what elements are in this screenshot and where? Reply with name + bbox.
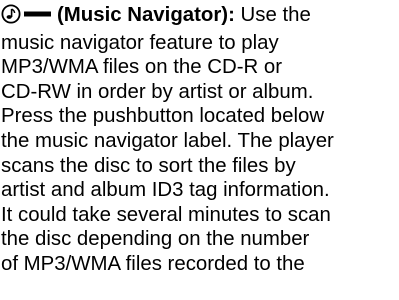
section-first-line: (Music Navigator): Use the	[1, 3, 397, 31]
body-line: It could take several minutes to scan	[1, 203, 331, 226]
body-line: music navigator feature to play	[1, 31, 279, 54]
body-line: Press the pushbutton located below	[1, 105, 325, 128]
music-navigator-icons	[1, 4, 53, 31]
body-line: of MP3/WMA files recorded to the	[1, 252, 305, 275]
heading-trailing-text: Use the	[234, 4, 311, 26]
music-navigator-symbol	[1, 4, 51, 24]
body-line: the disc depending on the number	[1, 228, 310, 251]
dash-bar-icon	[24, 11, 51, 17]
body-line: scans the disc to sort the files by	[1, 154, 296, 177]
music-note-circle-icon	[1, 4, 21, 24]
body-line: CD-RW in order by artist or album.	[1, 80, 314, 103]
manual-section: (Music Navigator): Use the music navigat…	[1, 3, 397, 277]
body-line: artist and album ID3 tag information.	[1, 179, 330, 202]
body-line: MP3/WMA files on the CD-R or	[1, 56, 283, 79]
body-line: the music navigator label. The player	[1, 129, 334, 152]
section-heading: (Music Navigator):	[57, 4, 235, 26]
